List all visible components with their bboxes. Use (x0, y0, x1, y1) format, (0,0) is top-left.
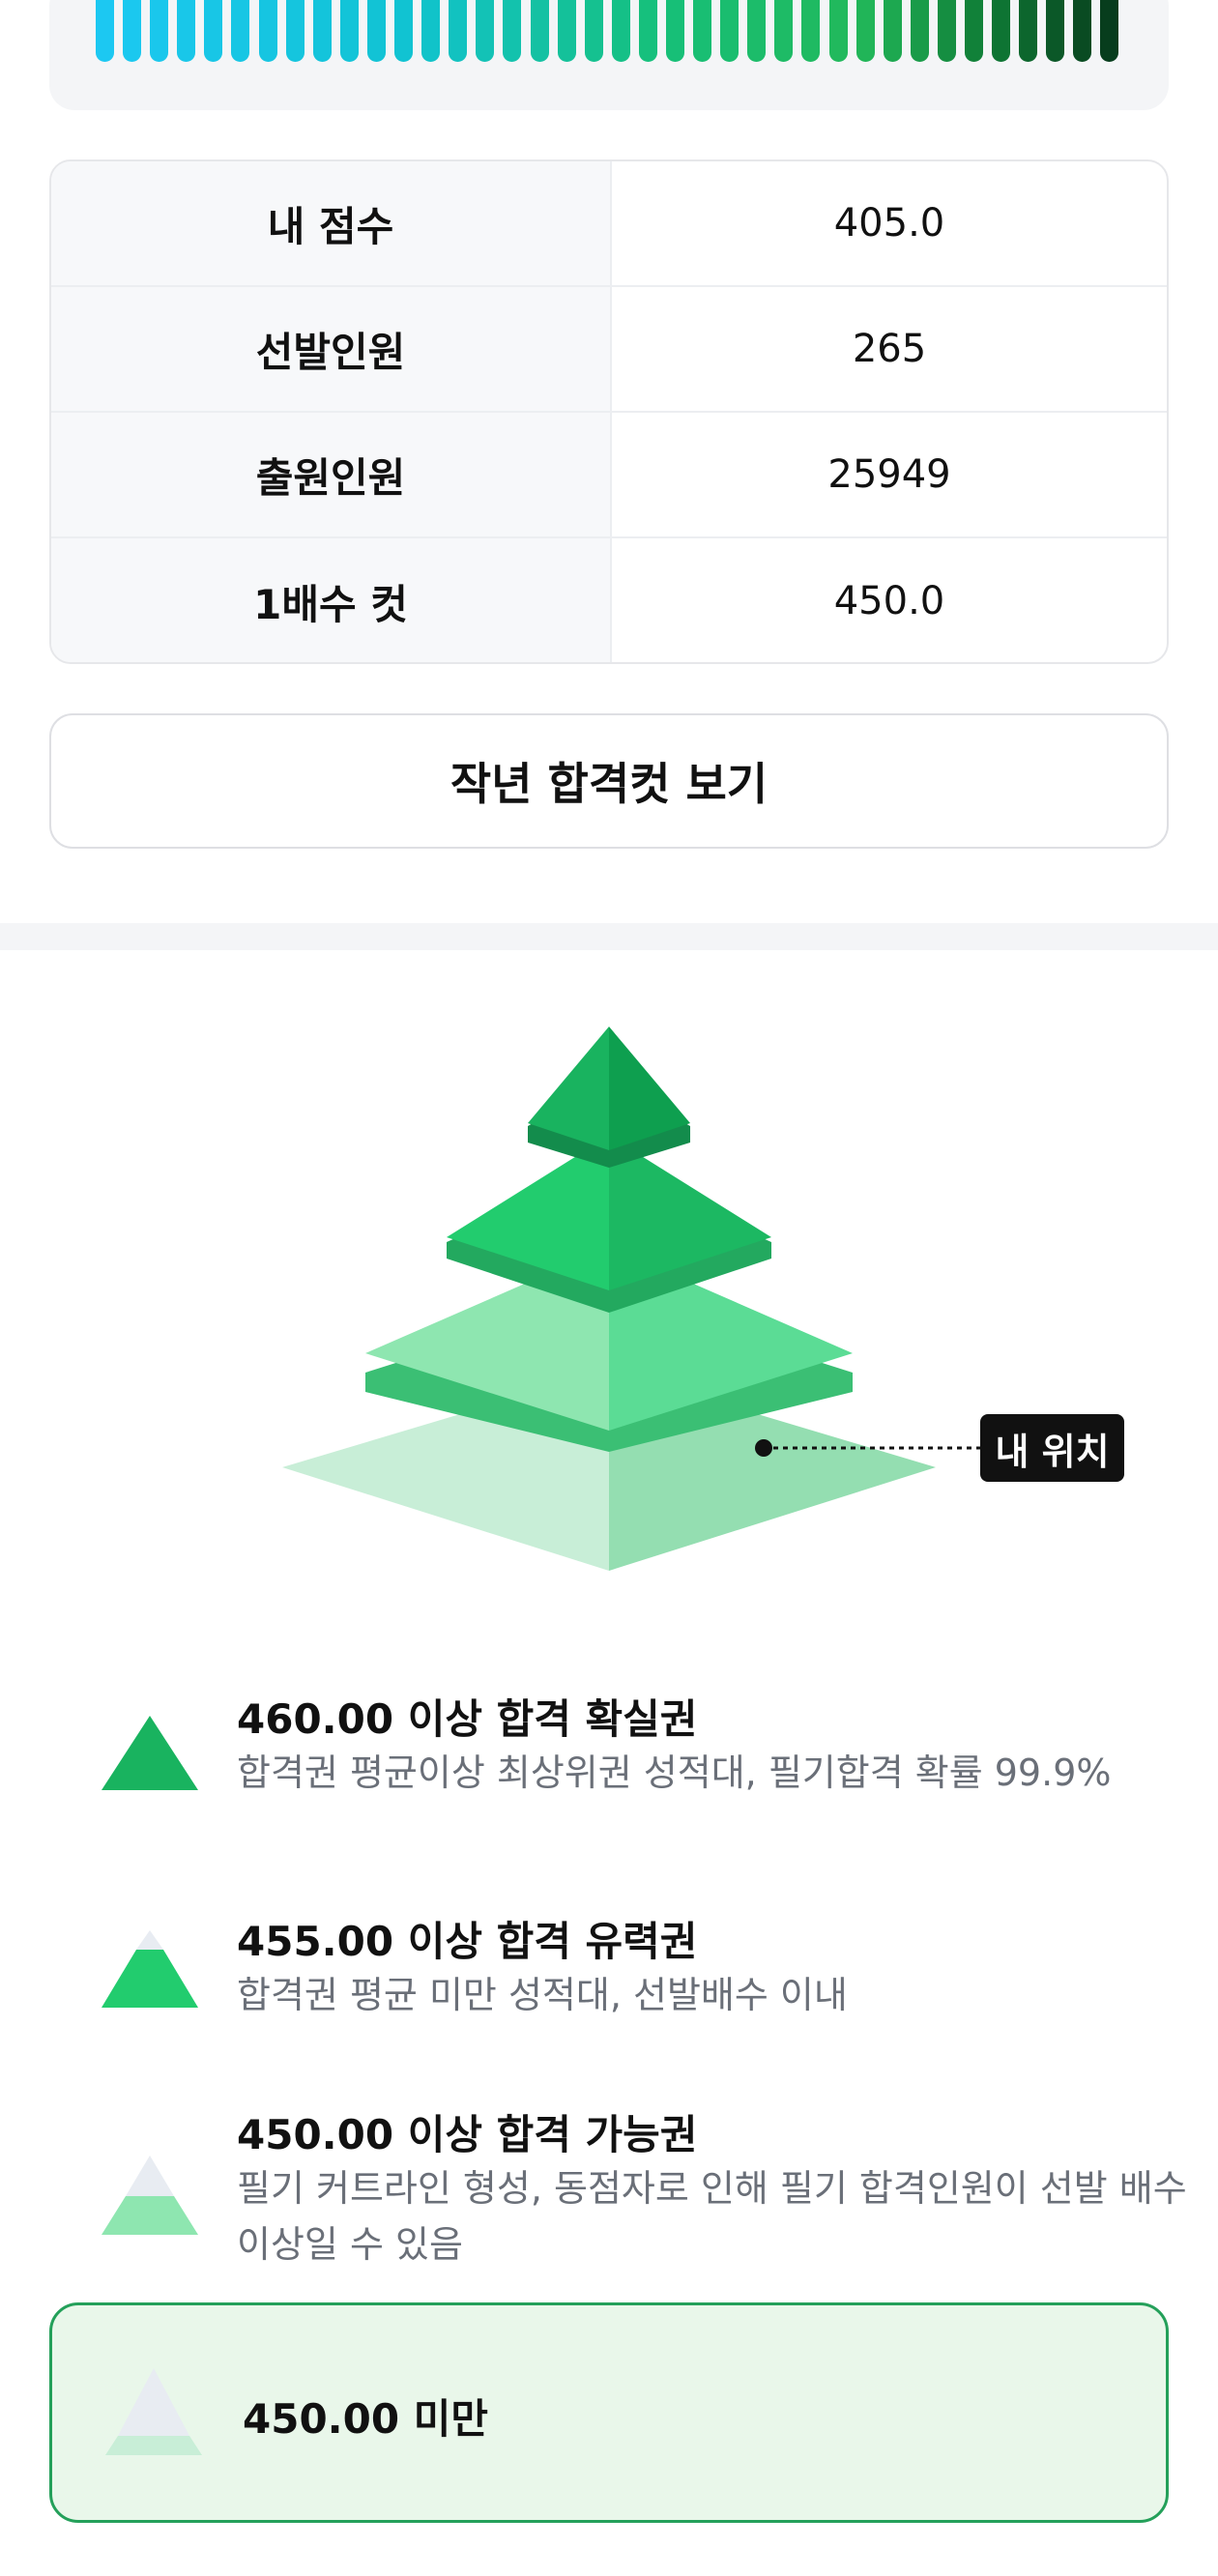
row-value: 25949 (827, 452, 951, 497)
legend-desc: 합격권 평균이상 최상위권 성적대, 필기합격 확률 99.9% (237, 1751, 1112, 1794)
distribution-bar (1046, 0, 1065, 62)
table-row: 내 점수 405.0 (51, 161, 1167, 287)
distribution-bar (965, 0, 983, 62)
pyramid-mid-icon (102, 1930, 198, 2008)
distribution-bar (801, 0, 821, 62)
distribution-bar (231, 0, 250, 62)
distribution-bar (611, 0, 630, 62)
distribution-bar (883, 0, 902, 62)
score-distribution-card (49, 0, 1169, 110)
distribution-bar (992, 0, 1011, 62)
distribution-bar (910, 0, 929, 62)
table-row: 1배수 컷 450.0 (51, 538, 1167, 662)
distribution-bar (150, 0, 169, 62)
distribution-bar (584, 0, 603, 62)
score-distribution-bars (96, 0, 1119, 62)
distribution-bar (339, 0, 359, 62)
distribution-bar (366, 0, 386, 62)
row-value: 265 (852, 327, 927, 371)
distribution-bar (557, 0, 576, 62)
distribution-bar (530, 0, 549, 62)
distribution-bar (638, 0, 657, 62)
pyramid-base-icon (105, 2368, 202, 2455)
pyramid-low-icon (102, 2156, 198, 2235)
distribution-bar (693, 0, 712, 62)
score-table: 내 점수 405.0 선발인원 265 출원인원 25949 1배수 컷 450… (49, 159, 1169, 664)
rank-pyramid (282, 1027, 980, 1571)
legend-desc: 합격권 평균 미만 성적대, 선발배수 이내 (237, 1974, 848, 2016)
distribution-bar (177, 0, 196, 62)
current-range-title: 450.00 미만 (243, 2395, 488, 2443)
table-row: 출원인원 25949 (51, 413, 1167, 538)
distribution-bar (937, 0, 956, 62)
distribution-bar (720, 0, 740, 62)
distribution-bar (856, 0, 875, 62)
my-position-label: 내 위치 (980, 1414, 1124, 1482)
distribution-bar (503, 0, 522, 62)
distribution-bar (1073, 0, 1092, 62)
legend-title: 455.00 이상 합격 유력권 (237, 1918, 698, 1965)
prev-year-cut-button[interactable]: 작년 합격컷 보기 (49, 713, 1169, 849)
legend-title: 460.00 이상 합격 확실권 (237, 1695, 698, 1743)
row-label: 내 점수 (51, 161, 612, 285)
legend-title: 450.00 이상 합격 가능권 (237, 2111, 698, 2158)
pyramid-top-icon (102, 1716, 198, 1790)
distribution-bar (774, 0, 794, 62)
row-label: 출원인원 (51, 413, 612, 536)
distribution-bar (285, 0, 304, 62)
distribution-bar (421, 0, 441, 62)
distribution-bar (1019, 0, 1038, 62)
distribution-bar (828, 0, 848, 62)
row-label: 선발인원 (51, 287, 612, 411)
row-value: 405.0 (833, 201, 945, 246)
row-label: 1배수 컷 (51, 538, 612, 662)
distribution-bar (747, 0, 767, 62)
distribution-bar (96, 0, 114, 62)
distribution-bar (204, 0, 223, 62)
table-row: 선발인원 265 (51, 287, 1167, 413)
distribution-bar (1100, 0, 1119, 62)
section-divider (0, 923, 1218, 950)
distribution-bar (258, 0, 277, 62)
legend-desc: 필기 커트라인 형성, 동점자로 인해 필기 합격인원이 선발 배수 이상일 수… (237, 2167, 1187, 2266)
distribution-bar (312, 0, 332, 62)
distribution-bar (476, 0, 495, 62)
distribution-bar (394, 0, 414, 62)
distribution-bar (123, 0, 142, 62)
current-range-box: 450.00 미만 (49, 2302, 1169, 2523)
distribution-bar (665, 0, 684, 62)
distribution-bar (449, 0, 468, 62)
row-value: 450.0 (833, 579, 945, 623)
